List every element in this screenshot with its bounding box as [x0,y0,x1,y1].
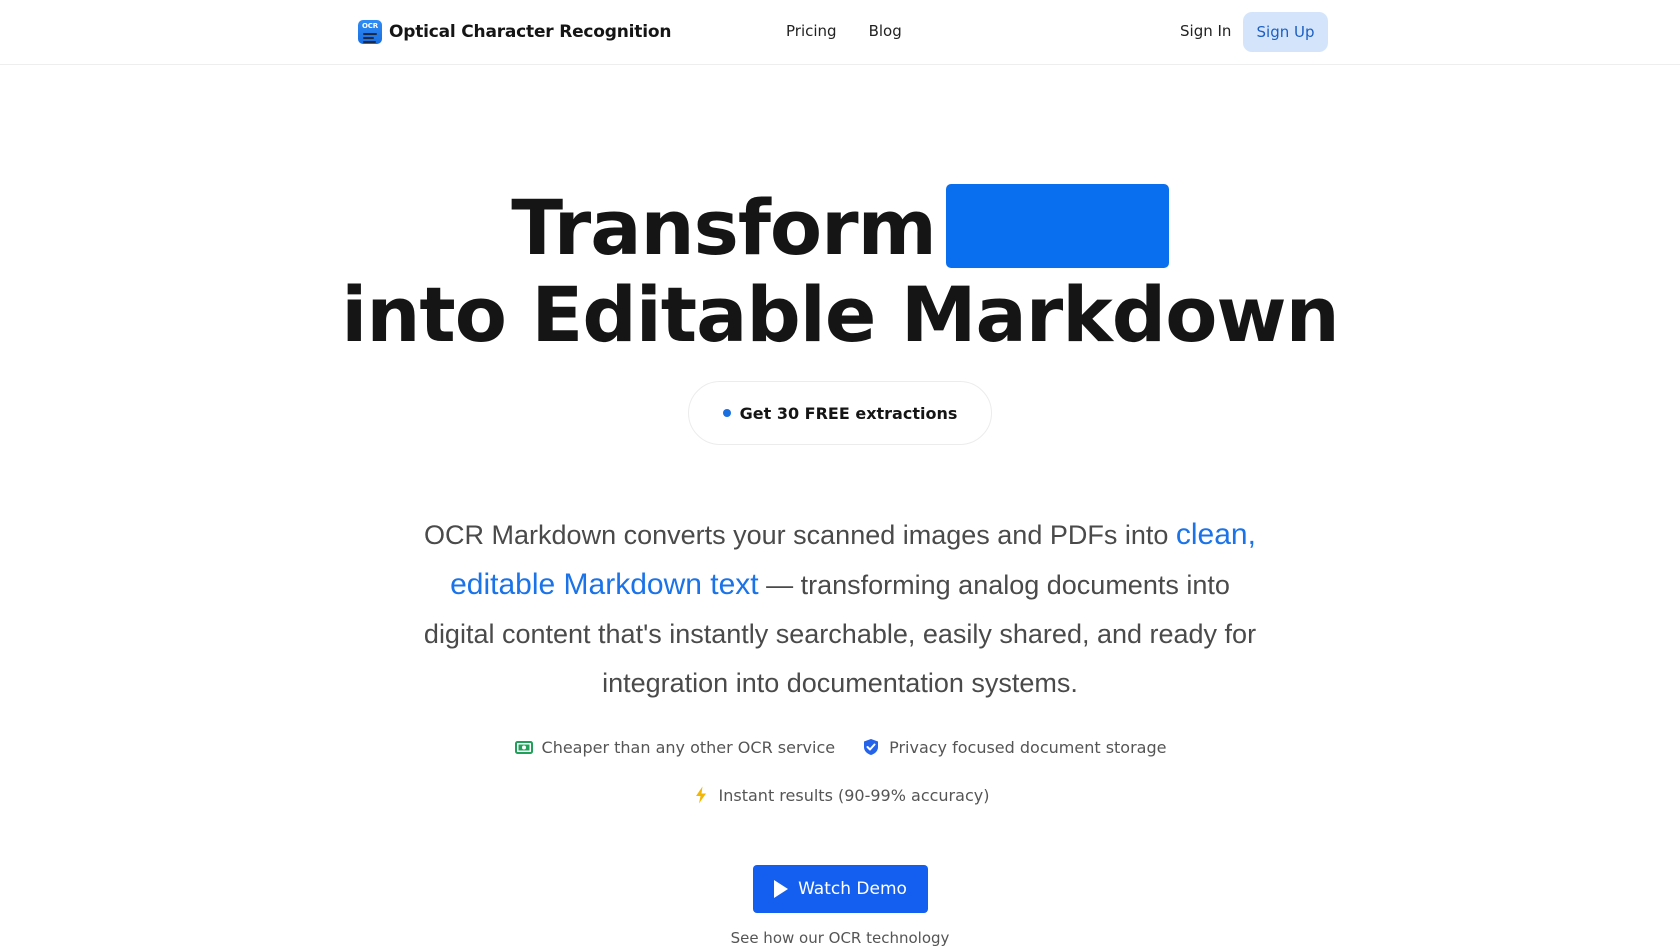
money-icon [514,741,533,754]
hero-description: OCR Markdown converts your scanned image… [420,510,1260,708]
hero-title-line1: Transform [0,183,1680,272]
feature-item-cheaper: Cheaper than any other OCR service [514,737,836,757]
badge-text: Get 30 FREE extractions [739,403,958,423]
hero-title-line2: into Editable Markdown [341,270,1339,359]
feature-item-privacy: Privacy focused document storage [861,737,1166,757]
feature-text: Privacy focused document storage [889,737,1167,757]
sign-up-button[interactable]: Sign Up [1243,12,1328,52]
feature-text: Cheaper than any other OCR service [541,737,836,757]
hero-animated-word-block [945,183,1169,268]
badge-dot-icon [722,409,731,417]
free-extractions-badge[interactable]: Get 30 FREE extractions [688,381,992,445]
brand-name: Optical Character Recognition [389,22,672,42]
feature-text: Instant results (90-99% accuracy) [718,785,990,805]
shield-check-icon [864,739,879,755]
feature-item-instant: Instant results (90-99% accuracy) [691,785,990,805]
logo-text: OCR [362,22,378,30]
lightning-icon [695,786,706,804]
nav-link-pricing[interactable]: Pricing [786,22,837,40]
nav-links: Pricing Blog [786,22,902,40]
ocr-logo-icon: OCR [358,20,382,44]
sign-in-link[interactable]: Sign In [1180,22,1231,40]
top-navbar: OCR Optical Character Recognition Pricin… [0,0,1680,65]
play-icon [774,880,789,898]
description-part1: OCR Markdown converts your scanned image… [424,520,1176,550]
watch-demo-label: Watch Demo [798,879,907,899]
feature-row-2: Instant results (90-99% accuracy) [0,785,1680,805]
nav-link-blog[interactable]: Blog [869,22,902,40]
feature-list: Cheaper than any other OCR service Priva… [0,737,1680,757]
watch-demo-button[interactable]: Watch Demo [753,865,928,913]
demo-caption: See how our OCR technology [730,929,950,947]
brand-link[interactable]: OCR Optical Character Recognition [358,20,671,44]
hero-title-word: Transform [511,183,937,272]
